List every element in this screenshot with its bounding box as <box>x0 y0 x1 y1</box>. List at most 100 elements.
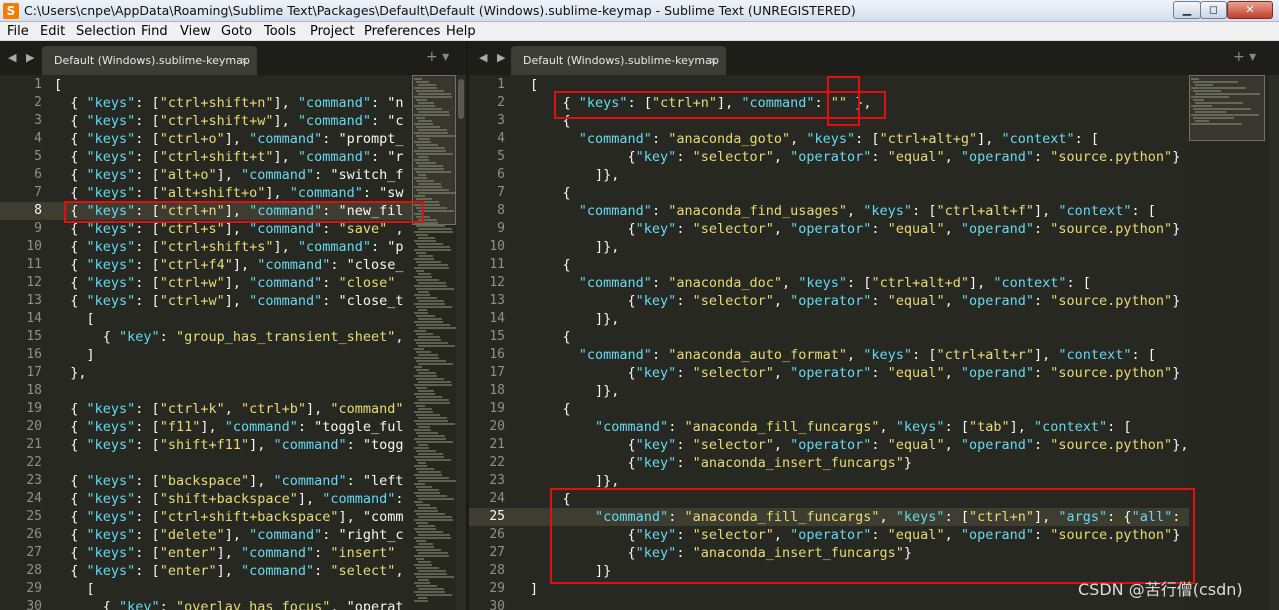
code-line[interactable]: }, <box>54 364 412 382</box>
code-line[interactable]: ]}, <box>530 238 1189 256</box>
line-number: 10 <box>489 239 505 254</box>
code-line[interactable]: { "keys": ["ctrl+shift+w"], "command": "… <box>54 112 412 130</box>
code-line[interactable]: { "keys": ["ctrl+k", "ctrl+b"], "command… <box>54 400 412 418</box>
code-line[interactable]: {"key": "anaconda_insert_funcargs"} <box>530 454 1189 472</box>
code-line[interactable]: { "keys": ["shift+f11"], "command": "tog… <box>54 436 412 454</box>
menu-view[interactable]: View <box>180 23 211 40</box>
code-line[interactable]: { "keys": ["ctrl+shift+backspace"], "com… <box>54 508 412 526</box>
code-line[interactable]: "command": "anaconda_doc", "keys": ["ctr… <box>530 274 1189 292</box>
left-scrollbar-thumb[interactable] <box>458 79 464 119</box>
code-line[interactable]: { <box>530 490 1189 508</box>
menu-tools[interactable]: Tools <box>264 23 296 40</box>
line-number: 21 <box>26 437 42 452</box>
code-line[interactable]: {"key": "anaconda_insert_funcargs"} <box>530 544 1189 562</box>
code-line[interactable]: ]}, <box>530 382 1189 400</box>
code-line[interactable]: [ <box>54 76 412 94</box>
code-line[interactable]: "command": "anaconda_goto", "keys": ["ct… <box>530 130 1189 148</box>
menu-help[interactable]: Help <box>446 23 476 40</box>
minimap-line <box>418 597 427 599</box>
minimap-line <box>418 552 448 554</box>
code-line[interactable]: "command": "anaconda_fill_funcargs", "ke… <box>530 508 1189 526</box>
line-number: 15 <box>26 329 42 344</box>
code-line[interactable]: { "keys": ["alt+o"], "command": "switch_… <box>54 166 412 184</box>
code-line[interactable]: { "keys": ["delete"], "command": "right_… <box>54 526 412 544</box>
line-number: 13 <box>489 293 505 308</box>
right-code-area[interactable]: [ { "keys": ["ctrl+n"], "command": "" },… <box>530 75 1189 610</box>
code-line[interactable]: { <box>530 112 1189 130</box>
right-tab-keymap[interactable]: Default (Windows).sublime-keymap × <box>511 46 726 75</box>
right-editor-pane[interactable]: 1 2 3 4 5 6 7 8 9 10 11 12 13 14 15 16 17 18 19 20 21 22 23 24 2… <box>469 75 1279 610</box>
left-scrollbar[interactable] <box>456 75 466 610</box>
code-line[interactable]: "command": "anaconda_find_usages", "keys… <box>530 202 1189 220</box>
code-line[interactable]: ]}, <box>530 472 1189 490</box>
code-line[interactable]: { <box>530 400 1189 418</box>
code-line[interactable]: { <box>530 328 1189 346</box>
code-line[interactable]: {"key": "selector", "operator": "equal",… <box>530 436 1189 454</box>
code-line[interactable]: { "keys": ["backspace"], "command": "lef… <box>54 472 412 490</box>
code-line[interactable]: { "keys": ["alt+shift+o"], "command": "s… <box>54 184 412 202</box>
code-line[interactable]: [ <box>54 310 412 328</box>
code-line[interactable]: { "key": "overlay_has_focus", "operat <box>54 598 412 610</box>
menu-selection[interactable]: Selection <box>76 23 136 40</box>
left-code-area[interactable]: [ { "keys": ["ctrl+shift+n"], "command":… <box>54 75 412 610</box>
menu-edit[interactable]: Edit <box>40 23 65 40</box>
code-line[interactable]: { "keys": ["f11"], "command": "toggle_fu… <box>54 418 412 436</box>
code-line[interactable]: { "keys": ["enter"], "command": "insert" <box>54 544 412 562</box>
right-tab-tools[interactable]: + ▾ <box>1233 49 1256 65</box>
maximize-button[interactable]: ◻ <box>1200 1 1227 19</box>
line-number: 29 <box>26 581 42 596</box>
minimap-line <box>418 138 430 140</box>
code-line[interactable]: { "keys": ["ctrl+s"], "command": "save" … <box>54 220 412 238</box>
code-line[interactable]: [ <box>54 580 412 598</box>
code-line[interactable]: {"key": "selector", "operator": "equal",… <box>530 526 1189 544</box>
code-line[interactable]: [ <box>530 76 1189 94</box>
menu-preferences[interactable]: Preferences <box>364 23 440 40</box>
code-line[interactable] <box>54 454 412 472</box>
code-line[interactable]: { "keys": ["ctrl+n"], "command": "new_fi… <box>54 202 412 220</box>
menu-find[interactable]: Find <box>141 23 168 40</box>
code-line[interactable]: { <box>530 256 1189 274</box>
code-line[interactable]: { "keys": ["ctrl+shift+s"], "command": "… <box>54 238 412 256</box>
menu-file[interactable]: File <box>7 23 29 40</box>
code-line[interactable] <box>54 382 412 400</box>
right-tab-nav-arrows[interactable]: ◀ ▶ <box>479 50 508 66</box>
code-line[interactable]: ]}, <box>530 166 1189 184</box>
code-line[interactable]: "command": "anaconda_auto_format", "keys… <box>530 346 1189 364</box>
code-line[interactable]: {"key": "selector", "operator": "equal",… <box>530 220 1189 238</box>
minimap-line <box>414 141 431 143</box>
code-line[interactable]: ]} <box>530 562 1189 580</box>
code-line[interactable]: {"key": "selector", "operator": "equal",… <box>530 148 1189 166</box>
code-line[interactable]: {"key": "selector", "operator": "equal",… <box>530 292 1189 310</box>
code-line[interactable]: { "keys": ["ctrl+f4"], "command": "close… <box>54 256 412 274</box>
right-tab-close-icon[interactable]: × <box>709 46 718 75</box>
code-line[interactable]: {"key": "selector", "operator": "equal",… <box>530 364 1189 382</box>
code-line[interactable]: { "keys": ["ctrl+shift+t"], "command": "… <box>54 148 412 166</box>
code-line[interactable]: { "keys": ["ctrl+shift+n"], "command": "… <box>54 94 412 112</box>
code-line[interactable]: { <box>530 184 1189 202</box>
code-line[interactable]: { "keys": ["ctrl+w"], "command": "close_… <box>54 292 412 310</box>
code-line[interactable]: { "keys": ["ctrl+w"], "command": "close" <box>54 274 412 292</box>
code-line[interactable]: { "key": "group_has_transient_sheet", <box>54 328 412 346</box>
left-minimap[interactable] <box>412 75 457 610</box>
left-editor-pane[interactable]: 1 2 3 4 5 6 7 8 9 10 11 12 13 14 15 16 17 18 19 20 21 22 23 24 2… <box>0 75 466 610</box>
left-tab-keymap[interactable]: Default (Windows).sublime-keymap × <box>42 46 257 75</box>
code-line[interactable]: ] <box>54 346 412 364</box>
code-line[interactable]: { "keys": ["ctrl+n"], "command": "" }, <box>530 94 1189 112</box>
left-tab-close-icon[interactable]: × <box>240 46 249 75</box>
code-line[interactable]: { "keys": ["ctrl+o"], "command": "prompt… <box>54 130 412 148</box>
right-scrollbar[interactable] <box>1269 75 1279 610</box>
code-line[interactable]: "command": "anaconda_fill_funcargs", "ke… <box>530 418 1189 436</box>
minimize-button[interactable]: ▁ <box>1173 1 1201 19</box>
code-line[interactable]: { "keys": ["shift+backspace"], "command"… <box>54 490 412 508</box>
right-minimap[interactable] <box>1189 75 1269 610</box>
line-number: 7 <box>34 185 42 200</box>
code-line[interactable]: { "keys": ["enter"], "command": "select"… <box>54 562 412 580</box>
left-tab-nav-arrows[interactable]: ◀ ▶ <box>8 50 37 66</box>
code-line[interactable]: ]}, <box>530 310 1189 328</box>
close-window-button[interactable]: ✕ <box>1227 1 1273 19</box>
left-tab-tools[interactable]: + ▾ <box>426 49 449 65</box>
minimap-line <box>418 381 451 383</box>
minimap-line <box>416 594 452 596</box>
menu-project[interactable]: Project <box>310 23 354 40</box>
menu-goto[interactable]: Goto <box>221 23 252 40</box>
